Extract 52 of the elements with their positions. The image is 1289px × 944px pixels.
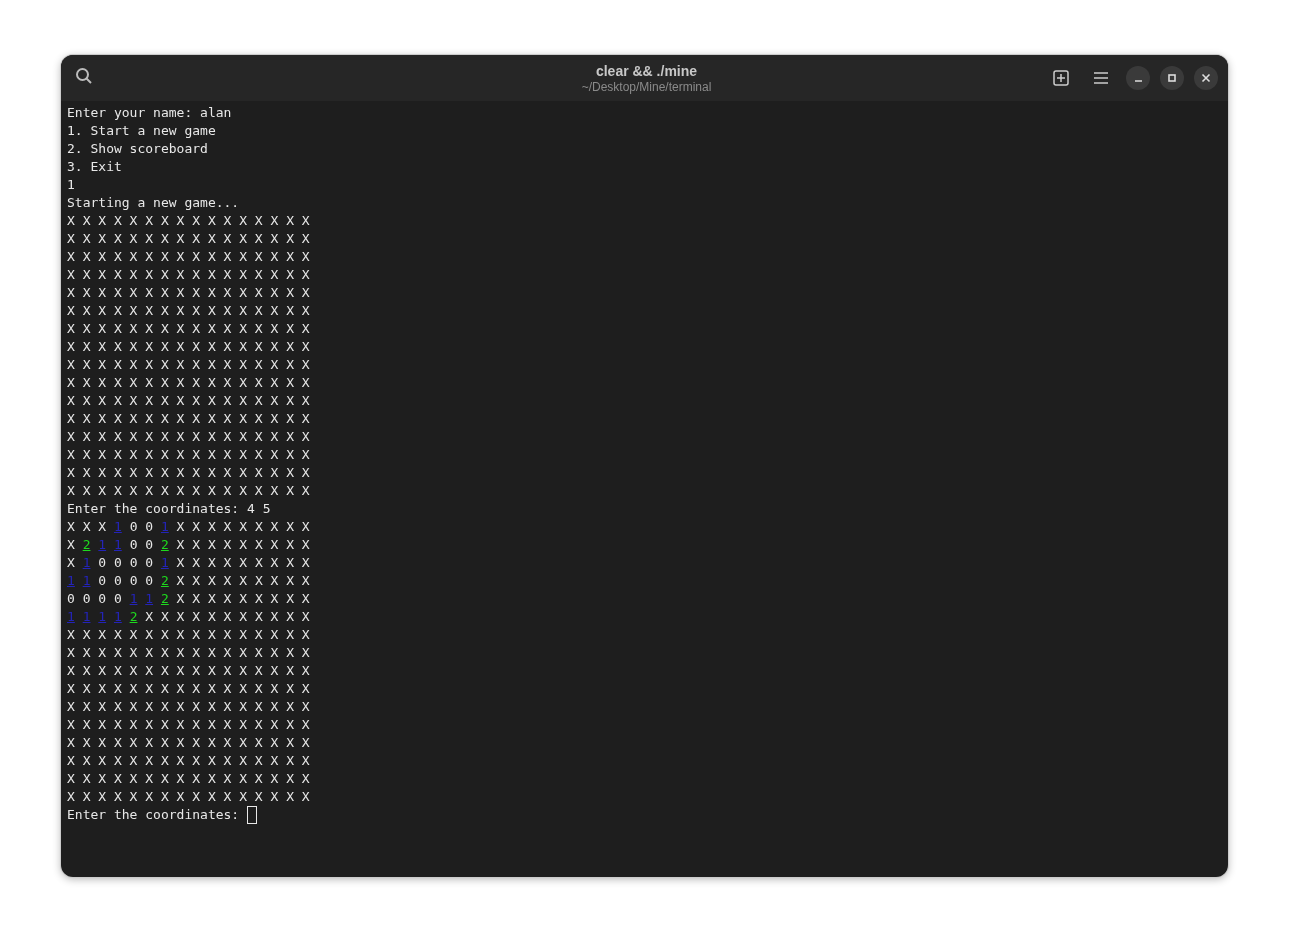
window-subtitle: ~/Desktop/Mine/terminal (581, 79, 712, 94)
maximize-icon (1167, 73, 1177, 83)
terminal-line: 2. Show scoreboard (67, 140, 208, 158)
maximize-button[interactable] (1160, 66, 1184, 90)
board-row: X X X X X X X X X X X X X X X X (67, 698, 310, 716)
terminal-line: 3. Exit (67, 158, 122, 176)
menu-icon (1093, 71, 1109, 85)
board-row: X X X 1 0 0 1 X X X X X X X X X (67, 518, 310, 536)
text-cursor (247, 806, 257, 824)
board-row: X X X X X X X X X X X X X X X X (67, 410, 310, 428)
window-title: clear && ./mine (595, 62, 698, 79)
board-row: X X X X X X X X X X X X X X X X (67, 320, 310, 338)
board-row: X X X X X X X X X X X X X X X X (67, 734, 310, 752)
search-icon[interactable] (75, 67, 93, 85)
plus-square-icon (1053, 70, 1069, 86)
board-row: X X X X X X X X X X X X X X X X (67, 428, 310, 446)
board-row: X X X X X X X X X X X X X X X X (67, 644, 310, 662)
board-row: 1 1 1 1 2 X X X X X X X X X X X (67, 608, 310, 626)
board-row: X 2 1 1 0 0 2 X X X X X X X X X (67, 536, 310, 554)
board-row: X X X X X X X X X X X X X X X X (67, 230, 310, 248)
close-icon (1201, 73, 1211, 83)
board-row: X X X X X X X X X X X X X X X X (67, 482, 310, 500)
board-row: X X X X X X X X X X X X X X X X (67, 302, 310, 320)
terminal-line: Enter the coordinates: (67, 806, 241, 824)
terminal-line: Enter the coordinates: 4 5 (67, 500, 271, 518)
board-row: X X X X X X X X X X X X X X X X (67, 338, 310, 356)
board-row: X X X X X X X X X X X X X X X X (67, 284, 310, 302)
board-row: X X X X X X X X X X X X X X X X (67, 464, 310, 482)
board-row: X X X X X X X X X X X X X X X X (67, 716, 310, 734)
minimize-button[interactable] (1126, 66, 1150, 90)
board-row: X X X X X X X X X X X X X X X X (67, 680, 310, 698)
terminal-line: Enter your name: alan (67, 104, 232, 122)
board-row: 0 0 0 0 1 1 2 X X X X X X X X X (67, 590, 310, 608)
board-row: X X X X X X X X X X X X X X X X (67, 374, 310, 392)
board-row: X X X X X X X X X X X X X X X X (67, 248, 310, 266)
board-row: X X X X X X X X X X X X X X X X (67, 392, 310, 410)
board-row: X X X X X X X X X X X X X X X X (67, 212, 310, 230)
board-row: X 1 0 0 0 0 1 X X X X X X X X X (67, 554, 310, 572)
minimize-icon (1134, 80, 1142, 82)
terminal-line: Starting a new game... (67, 194, 240, 212)
board-row: X X X X X X X X X X X X X X X X (67, 752, 310, 770)
terminal-line: 1. Start a new game (67, 122, 216, 140)
board-row: 1 1 0 0 0 0 2 X X X X X X X X X (67, 572, 310, 590)
terminal-line: 1 (67, 176, 75, 194)
board-row: X X X X X X X X X X X X X X X X (67, 266, 310, 284)
close-button[interactable] (1194, 66, 1218, 90)
board-row: X X X X X X X X X X X X X X X X (67, 356, 310, 374)
board-row: X X X X X X X X X X X X X X X X (67, 788, 310, 806)
board-row: X X X X X X X X X X X X X X X X (67, 626, 310, 644)
board-row: X X X X X X X X X X X X X X X X (67, 770, 310, 788)
board-row: X X X X X X X X X X X X X X X X (67, 662, 310, 680)
board-row: X X X X X X X X X X X X X X X X (67, 446, 310, 464)
